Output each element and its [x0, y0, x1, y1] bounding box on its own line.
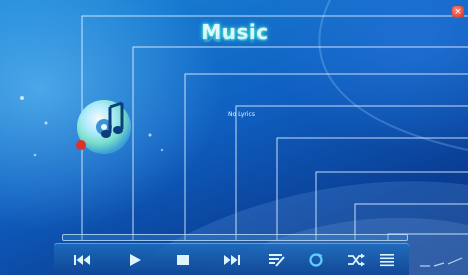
skip-next-icon — [224, 255, 240, 265]
previous-button[interactable] — [71, 251, 93, 269]
shuffle-button[interactable] — [345, 251, 367, 269]
stop-icon — [177, 255, 189, 265]
stop-button[interactable] — [172, 251, 194, 269]
playlist-edit-button[interactable] — [266, 251, 288, 269]
volume-slider[interactable] — [418, 252, 464, 272]
repeat-button[interactable] — [305, 251, 327, 269]
repeat-icon — [309, 253, 323, 267]
control-bar — [54, 243, 409, 275]
playlist-button[interactable] — [376, 251, 398, 269]
music-cd-logo-icon — [76, 100, 131, 154]
playlist-icon — [380, 254, 394, 267]
progress-bar[interactable] — [62, 234, 408, 241]
music-player-window: Music Music × No Lyrics — [0, 0, 468, 275]
close-icon: × — [454, 7, 462, 17]
close-button[interactable]: × — [452, 6, 464, 18]
skip-previous-icon — [74, 255, 90, 265]
play-button[interactable] — [124, 251, 146, 269]
shuffle-icon — [348, 253, 365, 267]
lyrics-status: No Lyrics — [228, 111, 255, 118]
playlist-edit-icon — [269, 254, 285, 267]
next-button[interactable] — [221, 251, 243, 269]
app-title: Music — [201, 20, 269, 44]
play-icon — [130, 254, 141, 266]
